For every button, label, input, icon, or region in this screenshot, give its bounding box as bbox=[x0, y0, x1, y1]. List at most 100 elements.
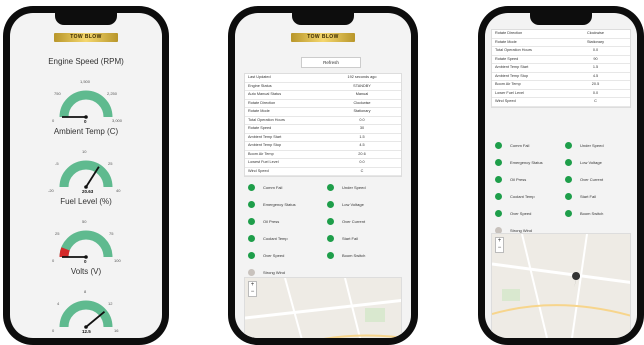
zoom-in-button[interactable]: + bbox=[249, 282, 256, 289]
gauge-band bbox=[59, 90, 113, 118]
info-label: Engine Status bbox=[245, 82, 323, 91]
info-row: Lowest Fuel Level 0.0 bbox=[245, 158, 401, 168]
info-row: Boom Air Temp 20.5 bbox=[492, 80, 630, 90]
status-indicator: Emergency Status bbox=[491, 154, 561, 171]
gauge-fuel-level: 25 50 75 0 100 0 bbox=[52, 219, 121, 264]
status-label: Over Speed bbox=[510, 211, 532, 216]
status-label: Low Voltage bbox=[580, 160, 602, 165]
gauge-title: Fuel Level (%) bbox=[60, 197, 112, 206]
gauge-tick: 50 bbox=[82, 219, 87, 224]
info-row: Ambient Temp Stop 4.5 bbox=[245, 141, 401, 151]
info-label: Lowest Fuel Level bbox=[245, 158, 323, 168]
gauge-hub bbox=[84, 325, 88, 329]
status-dot bbox=[565, 176, 572, 183]
status-label: Low Voltage bbox=[342, 202, 364, 207]
info-row: Boom Air Temp 20.6 bbox=[245, 150, 401, 159]
status-grid: Comm Fail Under Speed Emergency Status Low … bbox=[491, 137, 631, 239]
status-dot bbox=[248, 184, 255, 191]
info-value: 0.0 bbox=[561, 89, 630, 98]
gauge-hub bbox=[84, 115, 88, 119]
status-dot bbox=[495, 193, 502, 200]
status-indicator: Under Speed bbox=[323, 179, 402, 196]
info-row: Ambient Temp Stop 4.5 bbox=[492, 72, 630, 81]
status-indicator: Emergency Status bbox=[244, 196, 323, 213]
status-indicator: Over Speed bbox=[244, 247, 323, 264]
info-value: 4.5 bbox=[323, 141, 401, 151]
gauge-tick: 0 bbox=[52, 118, 55, 123]
status-dot bbox=[248, 269, 255, 276]
status-indicator: Low Voltage bbox=[323, 196, 402, 213]
brand-logo: TOW BLOW bbox=[54, 33, 118, 42]
info-row: Rotate Direction Clockwise bbox=[492, 30, 630, 39]
refresh-button[interactable]: Refresh bbox=[301, 57, 361, 68]
status-label: Emergency Status bbox=[263, 202, 296, 207]
status-label: Coolant Temp bbox=[510, 194, 535, 199]
gauge-tick: 25 bbox=[55, 231, 60, 236]
zoom-in-button[interactable]: + bbox=[496, 238, 503, 245]
status-dot bbox=[327, 218, 334, 225]
gauge-tick: 16 bbox=[114, 328, 119, 333]
status-indicator: Comm Fail bbox=[491, 137, 561, 154]
notch bbox=[530, 13, 592, 25]
map[interactable]: + − bbox=[491, 233, 631, 338]
status-indicator: Start Fail bbox=[323, 230, 402, 247]
gauge-tick: 75 bbox=[109, 231, 114, 236]
status-label: Under Speed bbox=[580, 143, 604, 148]
status-dot bbox=[248, 235, 255, 242]
info-row: Ambient Temp Start 1.5 bbox=[245, 133, 401, 142]
info-row: Total Operation Hours 0.0 bbox=[492, 46, 630, 56]
status-label: Comm Fail bbox=[510, 143, 530, 148]
info-value: 20.5 bbox=[561, 80, 630, 90]
status-label: Start Fail bbox=[580, 194, 597, 199]
gauge-ambient-temp: -5 10 25 -20 40 20.63 bbox=[48, 149, 121, 194]
info-row: Wind Speed C bbox=[245, 167, 401, 176]
status-dot bbox=[248, 252, 255, 259]
info-row: Rotate Direction Clockwise bbox=[245, 99, 401, 108]
gauge-tick: -5 bbox=[55, 161, 59, 166]
status-label: Strong Wind bbox=[263, 270, 286, 275]
info-value: 0.0 bbox=[323, 116, 401, 125]
zoom-out-button[interactable]: − bbox=[496, 245, 503, 252]
info-label: Ambient Temp Start bbox=[492, 63, 561, 73]
status-indicator: Comm Fail bbox=[244, 179, 323, 196]
gauge-band bbox=[59, 160, 113, 188]
status-indicator: Boom Switch bbox=[323, 247, 402, 264]
status-dot bbox=[327, 184, 334, 191]
status-label: Start Fail bbox=[342, 236, 359, 241]
info-row: Ambient Temp Start 1.5 bbox=[492, 63, 630, 73]
gauge-tick: 100 bbox=[114, 258, 121, 263]
map-roads bbox=[245, 278, 401, 338]
info-value: 30 bbox=[323, 124, 401, 134]
status-indicator: Over Speed bbox=[491, 205, 561, 222]
status-label: Over Current bbox=[342, 219, 366, 224]
phone-gauges: TOW BLOW Engine Speed (RPM) 750 1,500 2,… bbox=[3, 6, 169, 345]
notch bbox=[292, 13, 354, 25]
map[interactable]: + − bbox=[244, 277, 402, 338]
info-value: 20.6 bbox=[323, 150, 401, 159]
zoom-out-button[interactable]: − bbox=[249, 289, 256, 296]
status-indicator: Coolant Temp bbox=[491, 188, 561, 205]
info-row: Auto Manual Status Manual bbox=[245, 90, 401, 100]
info-label: Last Updated bbox=[245, 74, 323, 83]
gauge-hub bbox=[84, 185, 88, 189]
status-indicator: Low Voltage bbox=[561, 154, 631, 171]
status-indicator: Over Current bbox=[323, 213, 402, 230]
info-label: Total Operation Hours bbox=[492, 46, 561, 56]
gauge-tick: 0 bbox=[52, 258, 55, 263]
info-label: Auto Manual Status bbox=[245, 90, 323, 100]
info-label: Ambient Temp Stop bbox=[492, 72, 561, 81]
info-label: Rotate Direction bbox=[492, 30, 561, 39]
info-row: Last Updated 192 seconds ago bbox=[245, 74, 401, 83]
gauge-tick: 0 bbox=[52, 328, 55, 333]
status-dot bbox=[495, 176, 502, 183]
phone-scrolled: Rotate Direction Clockwise Rotate Mode Stat… bbox=[478, 6, 644, 345]
gauge-value: 20.63 bbox=[82, 189, 94, 194]
screen: TOW BLOW Engine Speed (RPM) 750 1,500 2,… bbox=[10, 13, 162, 338]
info-value: Manual bbox=[323, 90, 401, 100]
status-dot bbox=[565, 142, 572, 149]
gauge-tick: 10 bbox=[82, 149, 87, 154]
info-label: Rotate Speed bbox=[245, 124, 323, 134]
info-label: Wind Speed bbox=[245, 167, 323, 176]
gauge-title: Ambient Temp (C) bbox=[53, 127, 119, 136]
status-dot bbox=[495, 142, 502, 149]
